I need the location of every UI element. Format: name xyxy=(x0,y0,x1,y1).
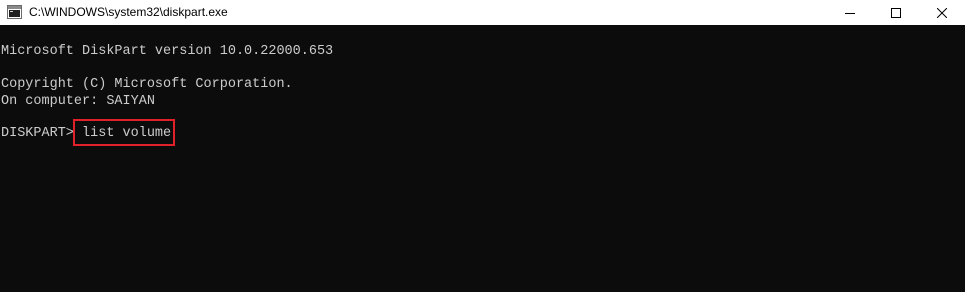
command-highlight-box xyxy=(73,119,175,146)
computer-line: On computer: SAIYAN xyxy=(1,94,155,109)
maximize-icon xyxy=(891,7,901,18)
minimize-icon xyxy=(845,12,855,14)
close-icon xyxy=(937,7,947,18)
minimize-button[interactable] xyxy=(827,0,873,25)
window-title: C:\WINDOWS\system32\diskpart.exe xyxy=(29,5,228,19)
console-output[interactable]: Microsoft DiskPart version 10.0.22000.65… xyxy=(0,25,965,292)
copyright-line: Copyright (C) Microsoft Corporation. xyxy=(1,77,293,92)
console-app-icon xyxy=(7,5,22,19)
version-line: Microsoft DiskPart version 10.0.22000.65… xyxy=(1,44,334,59)
close-button[interactable] xyxy=(919,0,965,25)
maximize-button[interactable] xyxy=(873,0,919,25)
diskpart-prompt: DISKPART> xyxy=(1,126,83,141)
title-bar[interactable]: C:\WINDOWS\system32\diskpart.exe xyxy=(0,0,965,25)
diskpart-window: C:\WINDOWS\system32\diskpart.exe Microso… xyxy=(0,0,965,292)
